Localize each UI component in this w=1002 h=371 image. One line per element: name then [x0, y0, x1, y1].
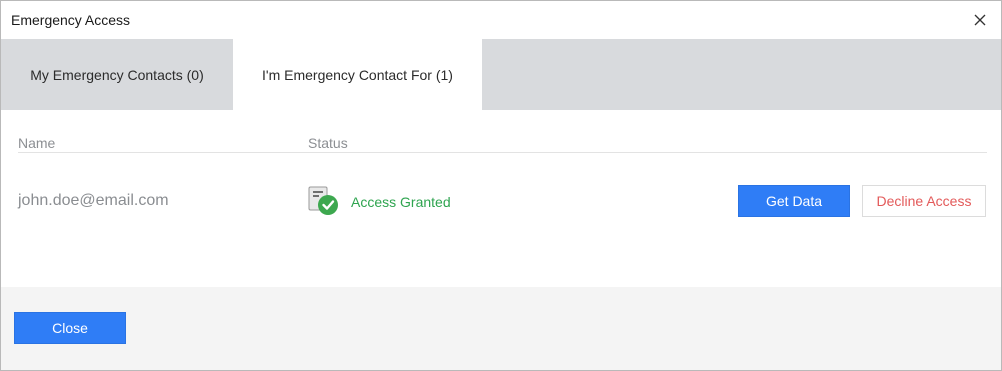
- tab-label: My Emergency Contacts (0): [30, 66, 204, 83]
- status-text: Access Granted: [351, 194, 451, 210]
- access-granted-icon: [308, 186, 342, 218]
- tab-emergency-contact-for[interactable]: I'm Emergency Contact For (1): [233, 39, 482, 110]
- emergency-access-dialog: Emergency Access My Emergency Contacts (…: [0, 0, 1002, 371]
- tab-my-emergency-contacts[interactable]: My Emergency Contacts (0): [1, 39, 233, 110]
- contact-email: john.doe@email.com: [18, 192, 169, 209]
- column-header-status: Status: [308, 135, 348, 151]
- close-icon[interactable]: [967, 7, 993, 33]
- tab-label: I'm Emergency Contact For (1): [262, 66, 453, 83]
- close-button[interactable]: Close: [14, 312, 126, 344]
- tab-bar: My Emergency Contacts (0) I'm Emergency …: [1, 39, 1001, 110]
- title-bar: Emergency Access: [1, 1, 1001, 39]
- window-title: Emergency Access: [11, 12, 131, 28]
- decline-access-button[interactable]: Decline Access: [862, 185, 986, 217]
- get-data-button[interactable]: Get Data: [738, 185, 850, 217]
- dialog-footer: Close: [1, 287, 1001, 370]
- header-divider: [18, 152, 987, 153]
- contacts-table: Name Status john.doe@email.com Access Gr…: [1, 110, 1001, 287]
- column-header-name: Name: [18, 135, 56, 151]
